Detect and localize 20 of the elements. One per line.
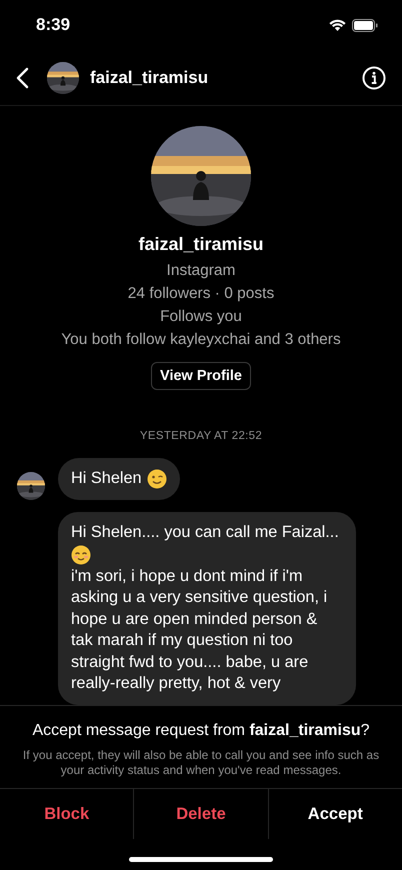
smiling-face-icon — [71, 544, 91, 564]
profile-info: Instagram — [166, 261, 236, 281]
request-info: If you accept, they will also be able to call you and see info such as your activity status and when you've read messages. — [22, 747, 380, 778]
timestamp: YESTERDAY AT 22:52 — [138, 430, 264, 442]
message-text: i'm sori, i hope u dont mind if i'm asking u a very sensitive question, i hope u are open minded person & tak marah if my question ni too straight fwd to you.... babe, u are really-really pretty, hot & very — [71, 566, 328, 694]
profile-info: 24 followers · 0 posts — [128, 284, 274, 304]
profile-info: You both follow kayleyxchai and 3 others — [61, 330, 341, 350]
wifi-icon — [329, 19, 346, 31]
header-username[interactable]: faizal_tiramisu — [90, 68, 362, 88]
status-time: 8:39 — [36, 15, 70, 35]
back-icon[interactable] — [16, 66, 29, 88]
request-title: Accept message request from faizal_tiramisu? — [32, 722, 370, 740]
profile-info: Follows you — [160, 307, 242, 327]
winking-face-icon — [146, 469, 167, 489]
message-text: Hi Shelen — [71, 468, 142, 490]
info-icon[interactable] — [362, 66, 386, 90]
message-text: Hi Shelen.... you can call me Faizal... — [71, 522, 339, 543]
profile-name: faizal_tiramisu — [138, 234, 264, 255]
battery-icon — [352, 18, 378, 32]
view-profile-button[interactable]: View Profile — [151, 362, 251, 390]
